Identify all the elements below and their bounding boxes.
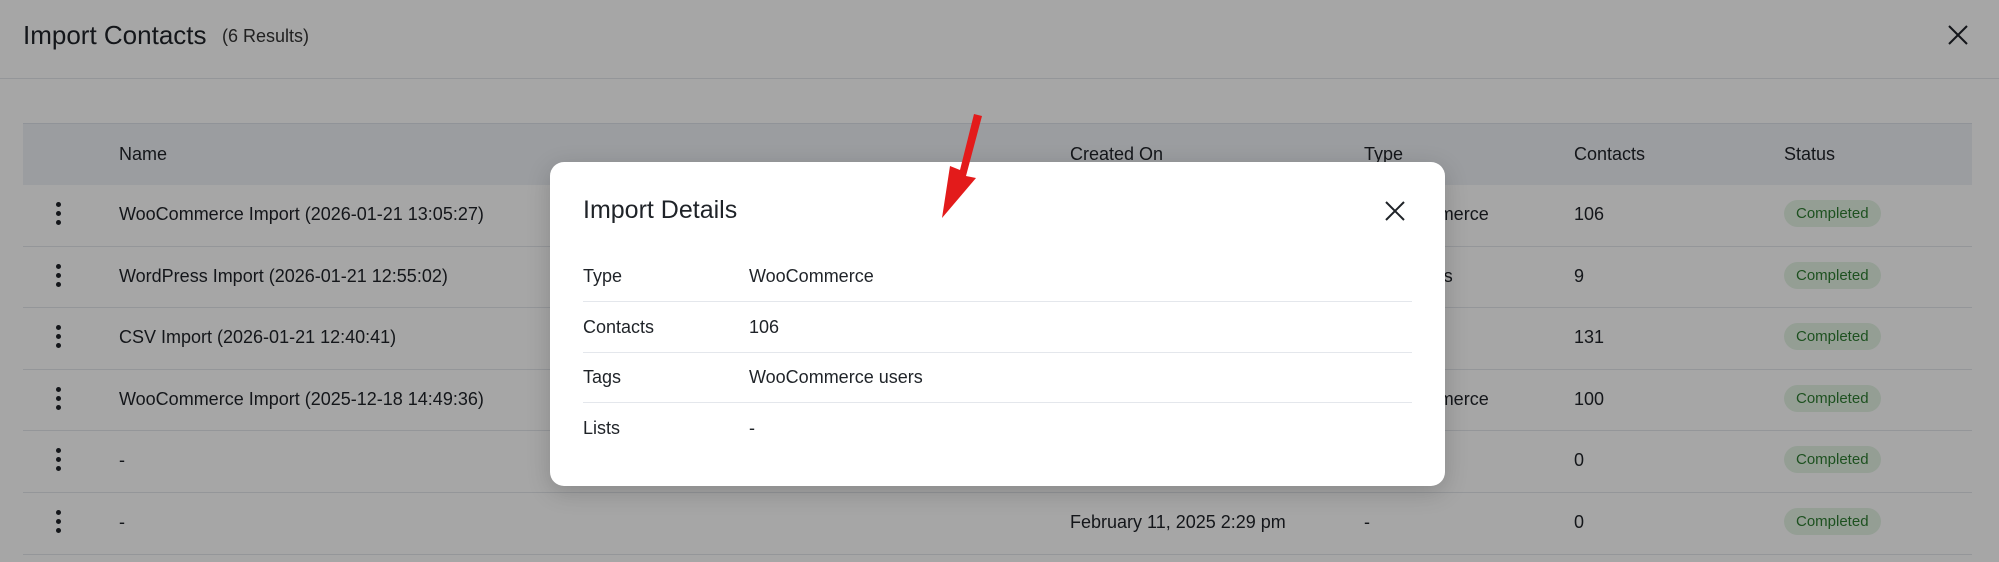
close-icon[interactable]: [1382, 198, 1408, 224]
detail-label: Lists: [583, 418, 621, 438]
detail-label: Tags: [583, 367, 622, 387]
detail-row-lists: Lists -: [583, 404, 1412, 454]
detail-value: WooCommerce: [749, 266, 874, 286]
modal-title: Import Details: [583, 196, 738, 224]
detail-row-type: Type WooCommerce: [583, 252, 1412, 302]
detail-label: Type: [583, 266, 623, 286]
detail-value: 106: [749, 317, 780, 337]
detail-value: WooCommerce users: [749, 367, 923, 387]
detail-row-tags: Tags WooCommerce users: [583, 353, 1412, 403]
annotation-arrow-icon: [942, 114, 982, 218]
detail-value: -: [749, 418, 755, 438]
detail-label: Contacts: [583, 317, 655, 337]
detail-row-contacts: Contacts 106: [583, 303, 1412, 353]
